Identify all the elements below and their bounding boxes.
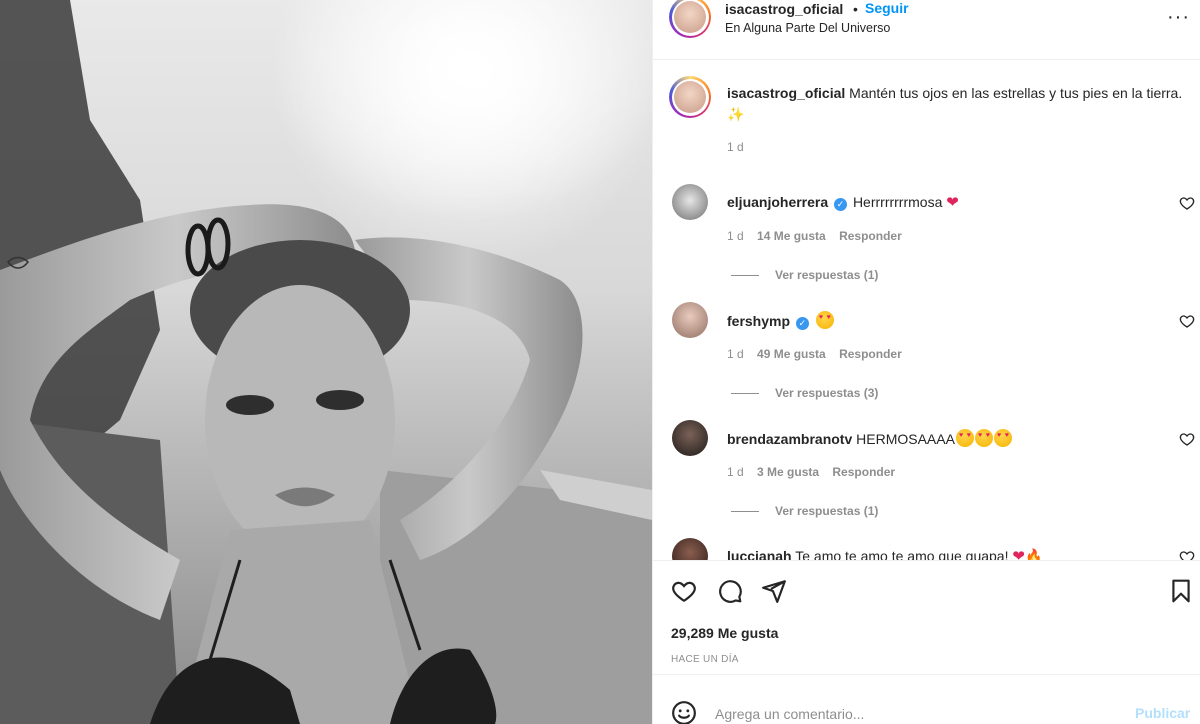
post-side-panel: isacastrog_oficial • Seguir En Alguna Pa… [652, 0, 1200, 724]
comment-meta: 1 d 3 Me gusta Responder [727, 465, 905, 479]
heart-eyes-emoji [955, 429, 974, 447]
sparkles-emoji: ✨ [727, 106, 745, 122]
fire-emoji: 🔥 [1024, 548, 1043, 560]
reply-button[interactable]: Responder [832, 465, 895, 479]
comment-likes[interactable]: 14 Me gusta [757, 229, 826, 243]
caption-avatar[interactable] [669, 76, 711, 118]
comment-input[interactable] [715, 703, 1115, 724]
comment-avatar[interactable] [672, 420, 708, 456]
more-icon[interactable]: ··· [1167, 6, 1190, 29]
view-replies-label: Ver respuestas (1) [775, 268, 879, 282]
post-date: HACE UN DÍA [671, 654, 739, 665]
comments-list[interactable]: isacastrog_oficial Mantén tus ojos en la… [653, 60, 1200, 560]
replies-divider [731, 511, 759, 513]
like-comment-heart-icon[interactable] [1179, 549, 1195, 560]
like-comment-heart-icon[interactable] [1179, 431, 1195, 447]
comment-item: brendazambranotv HERMOSAAAA 1 d 3 Me gus… [653, 420, 1200, 538]
heart-eyes-emoji [993, 429, 1012, 447]
comment-time: 1 d [727, 347, 744, 361]
comment-body: Te amo te amo te amo que guapa! [795, 548, 1009, 560]
post-photo-illustration [0, 0, 652, 724]
comment-username[interactable]: eljuanjoherrera [727, 194, 828, 210]
verified-icon: ✓ [795, 317, 809, 330]
heart-eyes-emoji [815, 311, 834, 329]
comment-body: Herrrrrrrrmosa [852, 194, 943, 210]
follow-button[interactable]: Seguir [865, 0, 909, 16]
caption-body: Mantén tus ojos en las estrellas y tus p… [849, 85, 1183, 101]
heart-emoji: ❤ [1012, 548, 1025, 560]
comment-avatar[interactable] [672, 302, 708, 338]
verified-icon: ✓ [834, 198, 848, 211]
view-replies-button[interactable]: Ver respuestas (1) [731, 268, 878, 282]
comment-body: HERMOSAAAA [856, 431, 955, 447]
comment-text: luccianah Te amo te amo te amo que guapa… [727, 547, 1042, 560]
bookmark-icon[interactable] [1168, 578, 1194, 604]
likes-count[interactable]: 29,289 Me gusta [671, 625, 778, 641]
comment-time: 1 d [727, 465, 744, 479]
comment-item: eljuanjoherrera ✓ Herrrrrrrrmosa ❤ 1 d 1… [653, 184, 1200, 302]
caption-time: 1 d [727, 140, 744, 154]
post-location[interactable]: En Alguna Parte Del Universo [725, 21, 890, 35]
header-separator: • [853, 1, 858, 17]
share-icon[interactable] [761, 578, 787, 604]
comment-text: brendazambranotv HERMOSAAAA [727, 429, 1012, 447]
smile-icon[interactable] [671, 700, 697, 724]
author-avatar[interactable] [669, 0, 711, 38]
reply-button[interactable]: Responder [839, 347, 902, 361]
replies-divider [731, 275, 759, 277]
comment-username[interactable]: fershymp [727, 313, 790, 329]
view-replies-button[interactable]: Ver respuestas (3) [731, 386, 878, 400]
view-replies-label: Ver respuestas (3) [775, 386, 879, 400]
comment-username[interactable]: luccianah [727, 548, 792, 560]
comment-avatar[interactable] [672, 538, 708, 560]
post-photo [0, 0, 652, 724]
comment-icon[interactable] [717, 578, 743, 604]
view-replies-label: Ver respuestas (1) [775, 504, 879, 518]
comment-meta: 1 d 49 Me gusta Responder [727, 347, 912, 361]
caption-author[interactable]: isacastrog_oficial [727, 85, 845, 101]
comment-meta: 1 d 14 Me gusta Responder [727, 229, 912, 243]
replies-divider [731, 393, 759, 395]
like-comment-heart-icon[interactable] [1179, 313, 1195, 329]
post-header: isacastrog_oficial • Seguir En Alguna Pa… [653, 0, 1200, 60]
author-username[interactable]: isacastrog_oficial [725, 1, 843, 17]
caption-text: isacastrog_oficial Mantén tus ojos en la… [727, 83, 1187, 125]
comment-composer: Publicar [653, 674, 1200, 724]
heart-eyes-emoji [974, 429, 993, 447]
comment-time: 1 d [727, 229, 744, 243]
heart-icon[interactable] [671, 578, 697, 604]
comment-text: eljuanjoherrera ✓ Herrrrrrrrmosa ❤ [727, 193, 959, 211]
reply-button[interactable]: Responder [839, 229, 902, 243]
view-replies-button[interactable]: Ver respuestas (1) [731, 504, 878, 518]
comment-item: fershymp ✓ 1 d 49 Me gusta Responder Ver… [653, 302, 1200, 420]
comment-item: luccianah Te amo te amo te amo que guapa… [653, 538, 1200, 560]
comment-username[interactable]: brendazambranotv [727, 431, 852, 447]
publish-button[interactable]: Publicar [1135, 705, 1190, 721]
comment-avatar[interactable] [672, 184, 708, 220]
comment-text: fershymp ✓ [727, 311, 834, 330]
comment-likes[interactable]: 49 Me gusta [757, 347, 826, 361]
post-actions: 29,289 Me gusta HACE UN DÍA [653, 560, 1200, 674]
comment-likes[interactable]: 3 Me gusta [757, 465, 819, 479]
like-comment-heart-icon[interactable] [1179, 195, 1195, 211]
heart-emoji: ❤ [946, 194, 959, 211]
